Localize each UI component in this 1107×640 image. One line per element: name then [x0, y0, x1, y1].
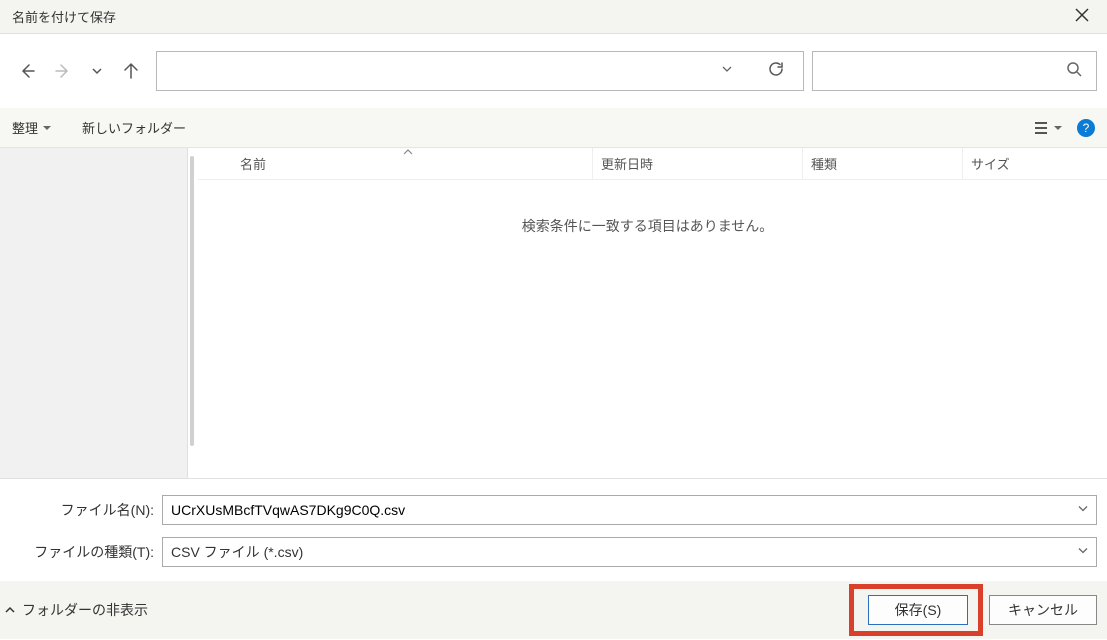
list-view-icon [1033, 120, 1051, 136]
view-options-button[interactable] [1033, 120, 1063, 136]
empty-results-message: 検索条件に一致する項目はありません。 [198, 216, 1107, 236]
cancel-button[interactable]: キャンセル [989, 595, 1097, 625]
search-box[interactable] [812, 51, 1097, 91]
filename-label: ファイル名(N): [10, 500, 162, 520]
arrow-right-icon [54, 62, 72, 80]
save-button[interactable]: 保存(S) [868, 595, 968, 625]
folders-sidebar[interactable] [0, 148, 188, 478]
filename-form: ファイル名(N): ファイルの種類(T): CSV ファイル (*.csv) [0, 478, 1107, 581]
column-header-size[interactable]: サイズ [963, 148, 1083, 179]
forward-button[interactable] [54, 62, 72, 80]
up-button[interactable] [122, 62, 140, 80]
organize-menu-button[interactable]: 整理 [12, 118, 52, 137]
chevron-down-icon [90, 64, 104, 78]
chevron-up-icon [4, 604, 16, 616]
caret-down-icon [42, 123, 52, 133]
column-header-name[interactable]: 名前 [198, 148, 593, 179]
help-button[interactable]: ? [1077, 119, 1095, 137]
address-bar[interactable] [156, 51, 804, 91]
search-icon [1066, 61, 1082, 82]
file-list-pane[interactable]: 名前 更新日時 種類 サイズ 検索条件に一致する項目はありません。 [188, 148, 1107, 478]
organize-label: 整理 [12, 118, 38, 137]
save-button-highlight: 保存(S) [849, 584, 983, 636]
caret-down-icon [1053, 123, 1063, 133]
command-toolbar: 整理 新しいフォルダー ? [0, 108, 1107, 148]
dialog-footer: フォルダーの非表示 保存(S) キャンセル [0, 581, 1107, 639]
new-folder-button[interactable]: 新しいフォルダー [82, 118, 186, 137]
column-header-date[interactable]: 更新日時 [593, 148, 803, 179]
column-headers: 名前 更新日時 種類 サイズ [198, 148, 1107, 180]
navigation-bar [0, 34, 1107, 108]
main-panel: 名前 更新日時 種類 サイズ 検索条件に一致する項目はありません。 [0, 148, 1107, 478]
close-icon [1075, 8, 1089, 22]
dialog-title: 名前を付けて保存 [12, 7, 116, 26]
back-button[interactable] [18, 62, 36, 80]
recent-locations-button[interactable] [90, 64, 104, 78]
filetype-label: ファイルの種類(T): [10, 542, 162, 562]
filename-input[interactable] [162, 495, 1097, 525]
close-button[interactable] [1065, 2, 1099, 31]
scrollbar[interactable] [190, 156, 194, 446]
nav-buttons-group [10, 62, 148, 80]
titlebar: 名前を付けて保存 [0, 0, 1107, 34]
sort-indicator-icon [403, 147, 413, 159]
column-header-type[interactable]: 種類 [803, 148, 963, 179]
filetype-value: CSV ファイル (*.csv) [171, 542, 303, 562]
refresh-button[interactable] [759, 60, 793, 83]
address-dropdown-button[interactable] [715, 62, 739, 80]
arrow-left-icon [18, 62, 36, 80]
arrow-up-icon [122, 62, 140, 80]
refresh-icon [767, 60, 785, 78]
hide-folders-label: フォルダーの非表示 [22, 600, 148, 620]
hide-folders-button[interactable]: フォルダーの非表示 [4, 600, 148, 620]
filetype-combobox[interactable]: CSV ファイル (*.csv) [162, 537, 1097, 567]
chevron-down-icon [721, 63, 733, 75]
